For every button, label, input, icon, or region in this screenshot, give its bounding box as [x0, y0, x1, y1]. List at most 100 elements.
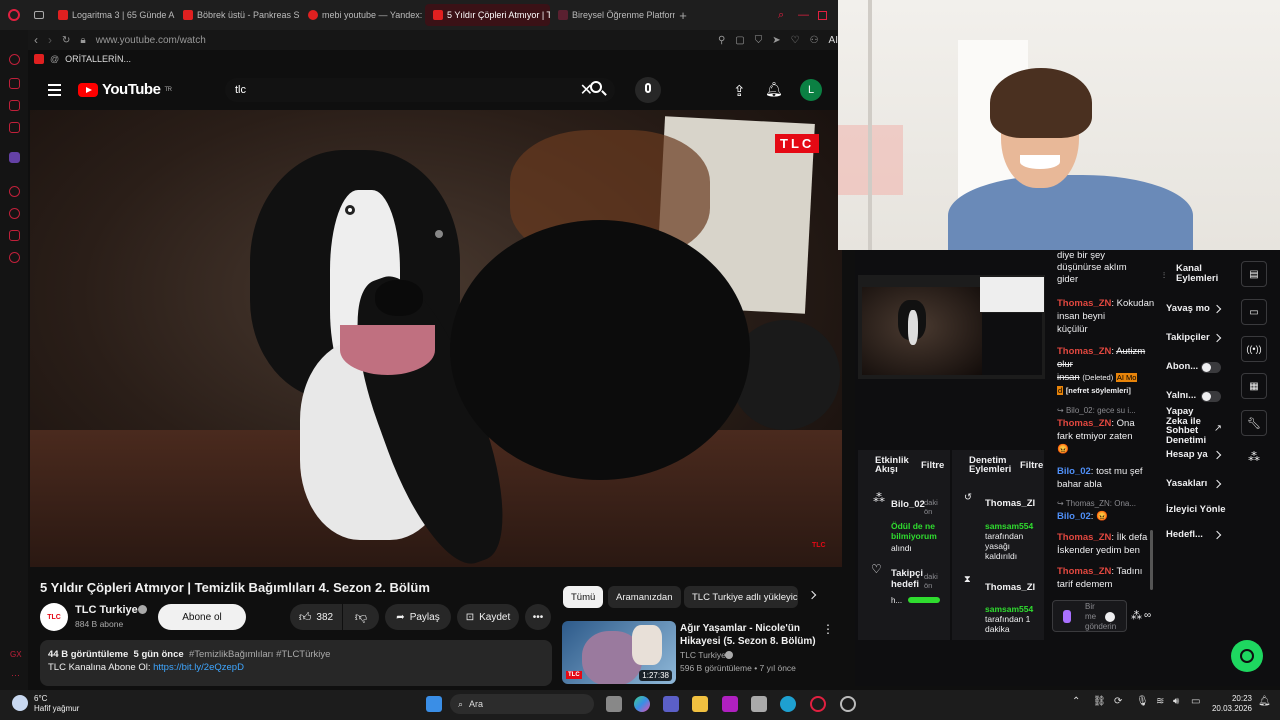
network-icon[interactable]: ⛓ [1093, 696, 1106, 707]
notes-button[interactable]: ▤ [1241, 261, 1267, 287]
emote-only-toggle[interactable] [1201, 391, 1221, 402]
teams-icon[interactable] [663, 696, 679, 712]
moderated-user[interactable]: Thomas_ZI [985, 498, 1035, 510]
upload-icon[interactable]: ⇪ [733, 82, 746, 100]
reload-icon[interactable]: ↻ [62, 35, 70, 46]
microphone-icon[interactable] [1063, 610, 1071, 623]
edge-icon[interactable] [780, 696, 796, 712]
activity-user[interactable]: Bilo_02 [891, 499, 925, 511]
search-icon[interactable] [590, 81, 610, 101]
notifications-icon[interactable]: 🔔︎ [1258, 696, 1271, 707]
maximize-icon[interactable] [818, 10, 838, 20]
mail-icon[interactable] [9, 122, 20, 133]
file-explorer-icon[interactable] [692, 696, 708, 712]
subscribers-only-toggle[interactable] [1201, 362, 1221, 373]
dislike-button[interactable]: 👎︎ [343, 604, 379, 630]
channel-avatar[interactable]: TLC [40, 603, 68, 631]
instagram-icon[interactable] [9, 100, 20, 111]
gx-icon[interactable]: GX [10, 650, 22, 659]
wifi-icon[interactable]: ≋ [1156, 696, 1164, 707]
emote-picker-icon[interactable] [1105, 612, 1115, 622]
ai-button[interactable]: AI [829, 35, 838, 46]
history-icon[interactable] [9, 208, 20, 219]
microphone-icon[interactable]: 🎙︎ [1136, 696, 1149, 707]
activity-filter-button[interactable]: Filtre [921, 460, 944, 472]
settings-icon[interactable]: ∞ [1144, 610, 1151, 622]
notifications-icon[interactable]: 🔔︎ [765, 81, 783, 98]
moderated-user[interactable]: Thomas_ZI [985, 582, 1035, 594]
volume-icon[interactable]: 🔊︎ [1173, 696, 1179, 707]
chips-next-icon[interactable] [807, 590, 817, 600]
action-emote-only[interactable]: Yalnı... [1166, 390, 1196, 402]
recommendation-channel[interactable]: TLC Turkiye [680, 650, 726, 660]
weather-widget[interactable]: 6°C Hafif yağmur [34, 694, 79, 714]
windows-start-icon[interactable] [426, 696, 442, 712]
recommendation-title[interactable]: Ağır Yaşamlar - Nicole'ün Hikayesi (5. S… [680, 622, 816, 648]
chat-scrollbar[interactable] [1150, 530, 1153, 590]
wallet-icon[interactable]: ⚇ [810, 35, 819, 46]
action-ai-moderation[interactable]: Yapay Zeka ile Sohbet Denetimi [1166, 407, 1206, 445]
recommendation-menu-icon[interactable]: ⋮ [822, 622, 834, 636]
video-player[interactable]: TLC TLC [30, 110, 842, 567]
like-button[interactable]: 👍︎ 382 [290, 604, 342, 630]
chip-from-search[interactable]: Aramanızdan [608, 586, 681, 608]
save-button[interactable]: ⊡ Kaydet [457, 604, 519, 630]
video-description[interactable]: 44 B görüntüleme 5 gün önce #TemizlikBağ… [40, 640, 552, 686]
twitch-icon[interactable] [9, 152, 20, 163]
subscribe-button[interactable]: Abone ol [158, 604, 246, 630]
more-actions-button[interactable]: ••• [525, 604, 551, 630]
minimize-icon[interactable]: — [798, 9, 818, 21]
new-tab-icon[interactable]: + [675, 8, 691, 23]
more-icon[interactable]: ··· [11, 670, 20, 680]
tab-logaritma[interactable]: Logaritma 3 | 65 Günde A [50, 4, 175, 26]
back-icon[interactable]: ‹ [34, 33, 38, 47]
opera-gx-icon[interactable] [810, 696, 826, 712]
screenshot-icon[interactable]: ▢ [735, 35, 744, 46]
tray-overflow-icon[interactable]: ⌃ [1072, 696, 1080, 707]
sync-icon[interactable]: ⟳ [1114, 696, 1122, 707]
tab-overview-icon[interactable] [28, 11, 50, 19]
clock[interactable]: 20:23 20.03.2026 [1208, 694, 1252, 714]
search-tabs-icon[interactable]: ⌕ [778, 9, 798, 22]
action-goals[interactable]: Hedefl... [1166, 529, 1203, 541]
channel-name[interactable]: TLC Turkiye [75, 604, 138, 616]
tools-button[interactable]: 🔧︎ [1241, 410, 1267, 436]
action-followers-only[interactable]: Takipçiler [1166, 332, 1210, 344]
pin-icon[interactable]: ⚲ [718, 35, 725, 46]
layout-button[interactable]: ▦ [1241, 373, 1267, 399]
voice-search-icon[interactable] [635, 77, 661, 103]
chip-all[interactable]: Tümü [563, 586, 604, 608]
extensions-icon[interactable]: ⁂ [1248, 450, 1260, 464]
weather-icon[interactable] [12, 695, 28, 711]
action-account[interactable]: Hesap ya [1166, 449, 1208, 461]
tab-yandex[interactable]: mebi youtube — Yandex: [300, 4, 425, 26]
taskbar-search[interactable]: ⌕ Ara [450, 694, 594, 714]
tab-bireysel[interactable]: Bireysel Öğrenme Platform [550, 4, 675, 26]
send-icon[interactable]: ➤ [772, 35, 780, 46]
settings-icon[interactable] [9, 252, 20, 263]
battery-icon[interactable]: ▭ [1191, 696, 1200, 707]
copilot-icon[interactable] [634, 696, 650, 712]
bits-icon[interactable]: ⁂ [1131, 610, 1142, 622]
tab-current-video[interactable]: 5 Yıldır Çöpleri Atmıyor | T [425, 4, 550, 26]
assistant-button[interactable] [1231, 640, 1263, 672]
stream-preview[interactable] [858, 275, 1045, 379]
action-viewer-management[interactable]: İzleyici Yönle [1166, 504, 1232, 516]
action-subscribers-only[interactable]: Abon... [1166, 361, 1198, 373]
action-bans[interactable]: Yasakları [1166, 478, 1207, 490]
chat-button[interactable]: ▭ [1241, 299, 1267, 325]
chip-from-uploader[interactable]: TLC Turkiye adlı yükleyic [684, 586, 798, 608]
shield-icon[interactable]: ⛉ [755, 35, 763, 46]
search-input[interactable]: tlc ✕ [225, 78, 615, 102]
menu-icon[interactable] [48, 84, 61, 96]
avatar[interactable]: L [800, 79, 822, 101]
share-button[interactable]: ➦ Paylaş [385, 604, 451, 630]
bookmark-item[interactable]: ORİTALLERİN... [65, 54, 131, 64]
action-slow-mode[interactable]: Yavaş mo [1166, 303, 1210, 315]
chat-input[interactable]: Bir me gönderin [1052, 600, 1127, 632]
settings-icon[interactable] [840, 696, 856, 712]
app-icon[interactable] [722, 696, 738, 712]
tab-bobrek[interactable]: Böbrek üstü - Pankreas S [175, 4, 300, 26]
calculator-icon[interactable] [751, 696, 767, 712]
player-icon[interactable] [9, 186, 20, 197]
